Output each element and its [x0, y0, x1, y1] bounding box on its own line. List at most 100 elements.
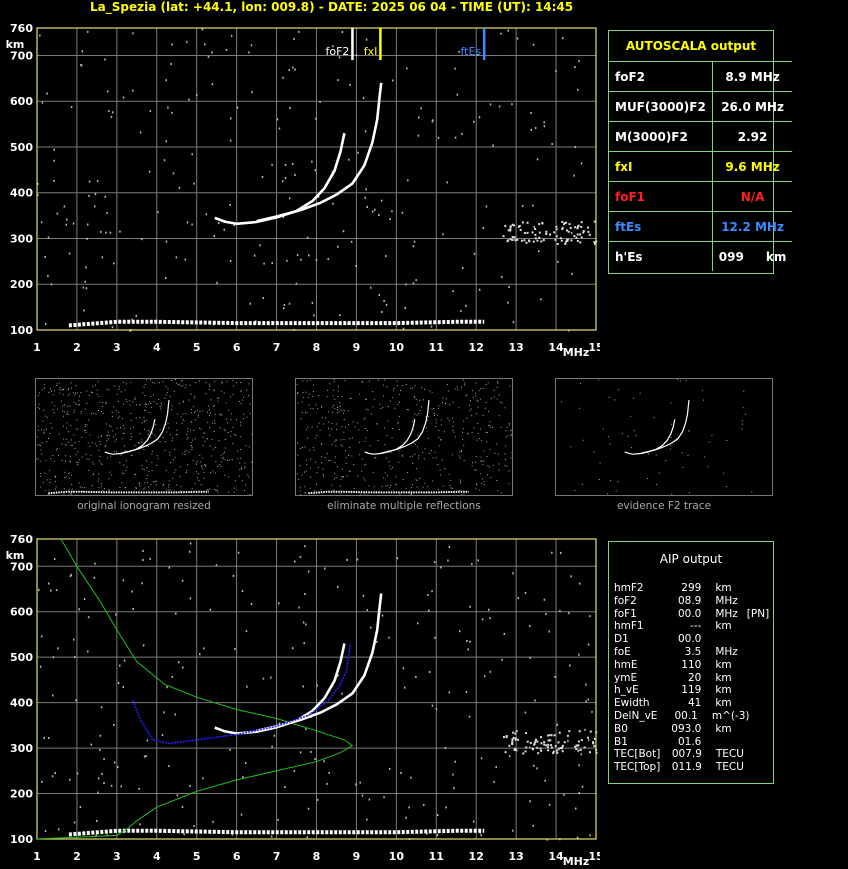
thumb-noise-dot [145, 379, 147, 381]
noise-dot [504, 751, 507, 754]
thumb-noise-dot [234, 433, 236, 435]
noise-dot [148, 170, 151, 173]
thumb-noise-dot [452, 401, 454, 403]
thumb-noise-dot [202, 445, 204, 447]
thumb-noise-dot [395, 484, 397, 486]
thumb-noise-dot [461, 450, 463, 452]
aip-row-ewidth: Ewidth 41 km [614, 697, 773, 710]
noise-dot [359, 781, 361, 784]
noise-dot [368, 798, 371, 801]
thumb-noise-dot [73, 411, 75, 413]
noise-dot [93, 205, 96, 208]
thumb-noise-dot [183, 400, 185, 402]
thumb-noise-dot [70, 439, 72, 441]
thumb-noise-dot [365, 428, 367, 430]
thumb-noise-dot [230, 435, 232, 437]
thumb-noise-dot [432, 457, 434, 459]
thumb-noise-dot [222, 457, 224, 459]
thumb-noise-dot [57, 408, 59, 410]
thumbnail-multiple-reflections-trace [296, 379, 513, 496]
noise-dot [407, 179, 409, 182]
thumb-noise-dot [305, 391, 307, 393]
thumb-noise-dot [370, 413, 372, 415]
noise-dot [489, 617, 491, 620]
noise-dot [568, 223, 571, 226]
noise-dot [408, 806, 410, 809]
x-tick-label: 8 [313, 850, 321, 863]
thumb-noise-dot [419, 410, 421, 412]
thumb-noise-dot [296, 473, 298, 475]
thumb-noise-dot [120, 454, 122, 456]
thumb-noise-dot [143, 469, 145, 471]
autoscala-value: N/A [712, 181, 793, 212]
thumb-noise-dot [144, 409, 146, 411]
thumb-noise-dot [209, 445, 211, 447]
noise-dot [323, 760, 325, 763]
thumb-noise-dot [216, 485, 218, 487]
thumb-noise-dot [417, 457, 419, 459]
thumb-noise-dot [214, 420, 216, 422]
thumb-noise-dot [62, 425, 64, 427]
thumb-noise-dot [474, 469, 476, 471]
thumb-noise-dot [189, 429, 191, 431]
noise-dot [46, 92, 48, 95]
noise-dot [142, 644, 145, 647]
noise-dot [315, 117, 317, 120]
thumb-noise-dot [375, 457, 377, 459]
thumb-noise-dot [337, 409, 339, 411]
thumb-noise-dot [224, 447, 226, 449]
thumb-noise-dot [419, 478, 421, 480]
thumb-noise-dot [185, 472, 187, 474]
noise-dot [420, 107, 422, 110]
thumb-noise-dot [84, 487, 86, 489]
thumb-noise-dot [135, 417, 137, 419]
thumb-noise-dot [56, 383, 58, 385]
thumb-noise-dot [75, 384, 77, 386]
noise-dot [304, 545, 306, 548]
noise-dot [170, 62, 172, 65]
thumb-noise-dot [472, 396, 474, 398]
thumb-noise-dot [320, 462, 322, 464]
thumb-noise-dot [607, 436, 609, 438]
noise-dot [521, 204, 524, 207]
thumb-noise-dot [68, 388, 70, 390]
thumb-noise-dot [179, 466, 181, 468]
thumb-noise-dot [335, 476, 337, 478]
aip-row-deln-ve: DelN_vE 00.1 m^(-3) [614, 710, 773, 723]
thumb-noise-dot [110, 426, 112, 428]
thumb-noise-dot [453, 431, 455, 433]
noise-dot [165, 240, 168, 243]
thumb-noise-dot [237, 458, 239, 460]
noise-dot [508, 755, 511, 758]
thumb-noise-dot [66, 413, 68, 415]
thumb-noise-dot [211, 438, 213, 440]
thumb-noise-dot [475, 488, 477, 490]
ionogram-main-chart: foF2 fxI ftEs1 2 3 4 5 6 7 8 9 10 11 12 13 14MHz 1510020… [6, 22, 600, 359]
noise-dot [539, 747, 542, 750]
thumb-noise-dot [197, 414, 199, 416]
thumb-noise-dot [62, 438, 64, 440]
aip-value: 00.0 [677, 633, 702, 646]
noise-dot [188, 98, 190, 101]
thumb-noise-dot [505, 436, 507, 438]
thumb-noise-dot [93, 473, 95, 475]
noise-dot [324, 567, 326, 570]
noise-dot [381, 310, 383, 313]
thumb-noise-dot [173, 390, 175, 392]
thumb-noise-dot [80, 412, 82, 414]
thumb-noise-dot [633, 397, 635, 399]
thumb-noise-dot [49, 432, 51, 434]
thumb-noise-dot [166, 394, 168, 396]
thumb-noise-dot [144, 384, 146, 386]
thumb-noise-dot [108, 478, 110, 480]
noise-dot [526, 221, 529, 224]
thumb-noise-dot [413, 418, 415, 420]
thumb-noise-dot [434, 413, 436, 415]
aip-value: 3.5 [684, 645, 702, 658]
noise-dot [284, 164, 287, 167]
thumb-noise-dot [58, 433, 60, 435]
noise-dot [587, 230, 590, 233]
noise-dot [307, 807, 310, 810]
es-layer-trace [68, 319, 485, 328]
noise-dot [332, 202, 334, 205]
